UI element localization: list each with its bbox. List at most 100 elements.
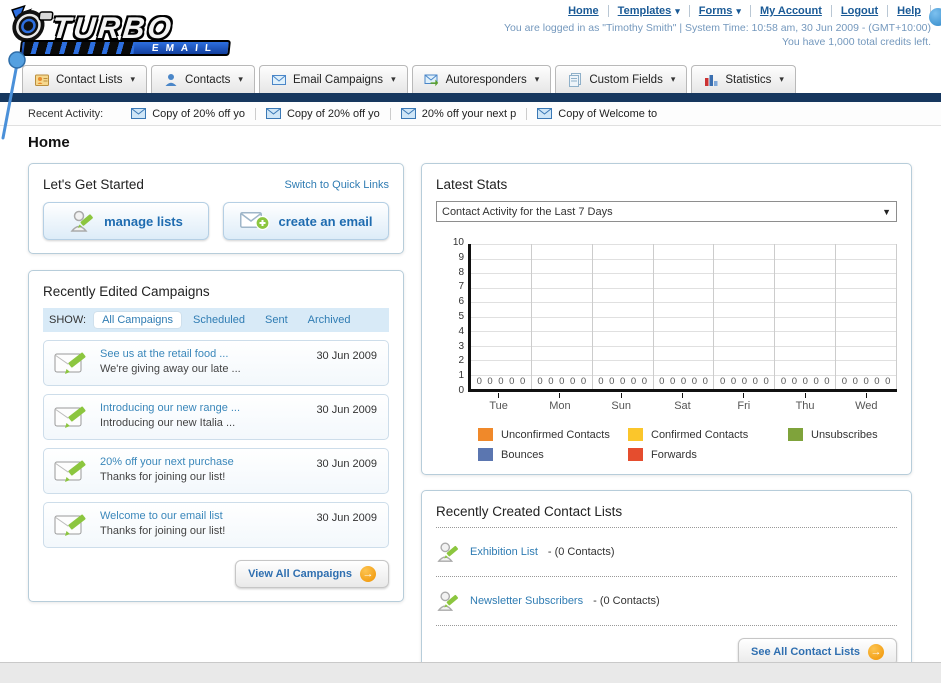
contact-list-name-link[interactable]: Newsletter Subscribers (470, 595, 583, 607)
campaign-title-link[interactable]: Welcome to our email list (100, 510, 293, 522)
nav-link-home[interactable]: Home (559, 5, 609, 17)
contact-list-detail: - (0 Contacts) (547, 546, 615, 558)
data-label: 0 (763, 376, 769, 387)
campaign-subtitle: We're giving away our late ... (100, 363, 241, 375)
nav-link-logout[interactable]: Logout (832, 5, 889, 17)
tab-custom-fields[interactable]: Custom Fields ▾ (555, 65, 688, 93)
data-label: 0 (509, 376, 515, 387)
chevron-down-icon: ▼ (882, 206, 891, 217)
chart-day-group: 00000 (775, 244, 837, 389)
campaign-title-link[interactable]: 20% off your next purchase (100, 456, 293, 468)
switch-quick-links-link[interactable]: Switch to Quick Links (284, 179, 389, 191)
recent-activity-text: Copy of Welcome to (558, 107, 658, 120)
app-window: TURBO EMAIL Home Templates Forms My Acco… (0, 0, 941, 663)
tab-contact-lists[interactable]: Contact Lists ▾ (22, 65, 148, 93)
main-nav-tabbar: Contact Lists ▾ Contacts ▾ Email Campaig… (0, 62, 941, 93)
tab-email-campaigns[interactable]: Email Campaigns ▾ (258, 65, 408, 93)
data-label: 0 (852, 376, 858, 387)
contact-list-item[interactable]: Exhibition List - (0 Contacts) (436, 536, 897, 568)
envelope-icon (265, 108, 281, 119)
campaign-date: 30 Jun 2009 (316, 458, 377, 470)
recent-activity-item[interactable]: Copy of 20% off yo (256, 107, 391, 120)
filter-all-campaigns[interactable]: All Campaigns (94, 312, 181, 328)
data-label: 0 (641, 376, 648, 387)
y-tick-label: 1 (458, 370, 464, 382)
contact-list-name-link[interactable]: Exhibition List (470, 546, 538, 558)
recent-campaigns-panel: Recently Edited Campaigns SHOW: All Camp… (28, 270, 404, 602)
help-bubble-icon[interactable] (929, 8, 941, 26)
campaigns-title: Recently Edited Campaigns (43, 284, 210, 299)
campaign-item[interactable]: Welcome to our email list Thanks for joi… (43, 502, 389, 548)
create-email-button[interactable]: create an email (223, 202, 389, 240)
campaign-item[interactable]: 20% off your next purchase Thanks for jo… (43, 448, 389, 494)
arrow-right-icon (360, 566, 376, 582)
recent-activity-text: Copy of 20% off yo (286, 107, 380, 120)
recent-activity-text: Copy of 20% off yo (152, 107, 245, 120)
y-tick-label: 5 (458, 311, 464, 322)
envelope-pencil-icon (54, 460, 86, 482)
stats-period-select[interactable]: Contact Activity for the Last 7 Days ▼ (436, 201, 897, 222)
envelope-icon (271, 74, 286, 85)
campaign-item[interactable]: See us at the retail food ... We're givi… (43, 340, 389, 386)
chevron-down-icon: ▾ (670, 74, 676, 84)
get-started-title: Let's Get Started (43, 177, 144, 192)
data-label: 0 (670, 376, 676, 387)
envelope-pencil-icon (54, 406, 86, 428)
data-label: 0 (780, 376, 787, 387)
recent-activity-item[interactable]: Copy of Welcome to (527, 108, 667, 120)
navy-divider-bar (0, 93, 941, 102)
person-icon (165, 73, 177, 86)
turbo-swirl-icon (11, 4, 54, 42)
arrow-right-icon (868, 644, 884, 660)
data-label: 0 (752, 376, 758, 387)
data-label: 0 (802, 376, 808, 387)
see-all-contact-lists-button[interactable]: See All Contact Lists (737, 638, 897, 662)
filter-sent[interactable]: Sent (257, 312, 296, 328)
chart-day-group: 00000 (714, 244, 776, 389)
data-label: 0 (609, 376, 615, 387)
data-label: 0 (659, 376, 665, 387)
data-label: 0 (620, 376, 626, 387)
tab-contacts[interactable]: Contacts ▾ (151, 65, 255, 93)
chart-day-group: 00000 (471, 244, 532, 389)
top-nav: Home Templates Forms My Account Logout H… (504, 5, 941, 26)
y-tick-label: 0 (458, 385, 464, 396)
nav-link-forms[interactable]: Forms (690, 5, 751, 17)
y-tick-label: 7 (458, 281, 464, 293)
tab-label: Statistics (725, 73, 772, 86)
data-label: 0 (841, 376, 848, 387)
chevron-down-icon: ▾ (130, 74, 136, 84)
data-label: 0 (691, 376, 698, 387)
recent-activity-item[interactable]: Copy of 20% off yo (121, 107, 256, 120)
y-tick-label: 10 (452, 237, 464, 248)
campaign-item[interactable]: Introducing our new range ... Introducin… (43, 394, 389, 440)
data-label-row: 00000 (836, 376, 896, 387)
nav-link-templates[interactable]: Templates (609, 5, 690, 17)
stats-period-value: Contact Activity for the Last 7 Days (442, 205, 613, 218)
tab-statistics[interactable]: Statistics ▾ (691, 65, 796, 93)
y-tick-label: 3 (458, 340, 464, 352)
view-all-campaigns-button[interactable]: View All Campaigns (235, 560, 389, 588)
data-label: 0 (824, 376, 830, 387)
manage-lists-label: manage lists (104, 213, 183, 229)
nav-link-my-account[interactable]: My Account (751, 5, 832, 17)
dotted-divider (436, 527, 897, 528)
tab-label: Contacts (185, 73, 231, 86)
envelope-plus-icon (239, 212, 270, 231)
filter-scheduled[interactable]: Scheduled (185, 312, 253, 328)
y-tick-label: 2 (458, 355, 464, 367)
contact-list-item[interactable]: Newsletter Subscribers - (0 Contacts) (436, 585, 897, 617)
campaign-title-link[interactable]: Introducing our new range ... (100, 402, 293, 414)
nav-link-help[interactable]: Help (888, 5, 931, 17)
legend-item: Bounces (478, 448, 628, 461)
recent-activity-text: 20% off your next p (421, 107, 517, 120)
recent-activity-item[interactable]: 20% off your next p (391, 107, 528, 120)
person-pencil-icon (437, 591, 459, 611)
tab-autoresponders[interactable]: Autoresponders ▾ (411, 65, 552, 93)
filter-archived[interactable]: Archived (300, 312, 359, 328)
campaign-title-link[interactable]: See us at the retail food ... (100, 348, 293, 360)
data-label: 0 (874, 376, 880, 387)
chart-groups: 00000000000000000000000000000000000 (471, 244, 898, 389)
chevron-down-icon: ▾ (238, 74, 243, 84)
manage-lists-button[interactable]: manage lists (43, 202, 209, 240)
